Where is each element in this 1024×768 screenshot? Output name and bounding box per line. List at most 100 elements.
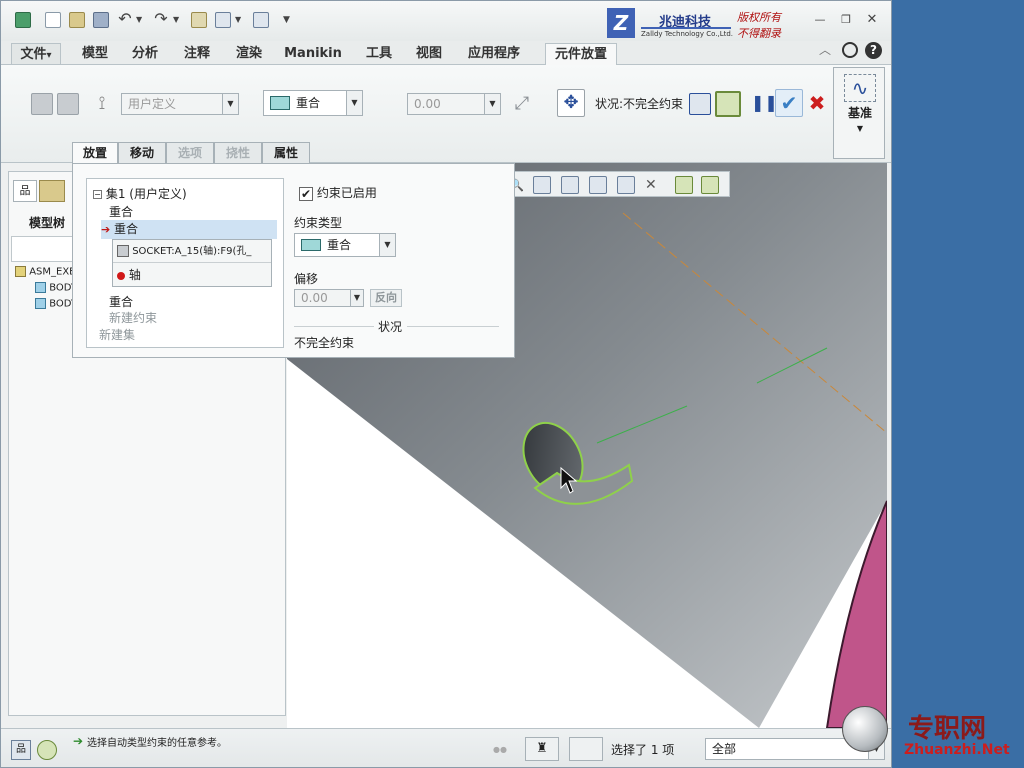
new-constraint-item[interactable]: 新建约束 (109, 309, 157, 326)
placement-panel: − 集1 (用户定义) 重合 ➔ 重合 SOCKET:A_15(轴):F9(孔_… (72, 163, 515, 358)
flip-icon[interactable]: ⤢ (511, 93, 533, 115)
tab-component-placement[interactable]: 元件放置 (545, 43, 617, 66)
soccer-ball-logo (842, 706, 888, 752)
datum-wave-icon: ∿ (844, 74, 876, 102)
offset-label: 偏移 (294, 272, 319, 286)
tree-item[interactable]: BODY (35, 282, 77, 294)
logo-rights: 版权所有 不得翻录 (737, 11, 781, 40)
windows-icon[interactable] (215, 12, 231, 28)
tab-render[interactable]: 渲染 (227, 43, 271, 65)
status-divider (407, 326, 499, 327)
separate-window-icon[interactable] (689, 93, 711, 115)
tree-item[interactable]: BODY (35, 298, 77, 310)
set-item[interactable]: − 集1 (用户定义) (93, 185, 187, 202)
customize-toolbar-icon[interactable]: ▼ (283, 12, 293, 28)
tab-applications[interactable]: 应用程序 (461, 43, 527, 65)
constraint-type-select[interactable]: 重合 ▼ (294, 233, 396, 257)
watermark: 专职网 Zhuanzhi.Net (842, 702, 1024, 768)
tab-analysis[interactable]: 分析 (123, 43, 167, 65)
folder-browser-tab-icon[interactable] (39, 180, 65, 202)
tab-placement[interactable]: 放置 (72, 142, 118, 164)
assembly-icon (15, 266, 26, 277)
undo-dropdown-icon[interactable]: ▼ (136, 12, 144, 28)
tab-flexibility[interactable]: 挠性 (214, 142, 262, 164)
pause-icon[interactable]: ❚❚ (751, 91, 778, 115)
tab-annotate[interactable]: 注释 (175, 43, 219, 65)
current-arrow-icon: ➔ (101, 223, 111, 236)
open-folder-icon[interactable] (69, 12, 85, 28)
maximize-icon[interactable]: ❐ (839, 13, 853, 27)
tab-file[interactable]: 文件▾ (11, 43, 61, 65)
tab-view[interactable]: 视图 (407, 43, 451, 65)
annotation-display-icon[interactable] (701, 176, 719, 194)
display-style-icon[interactable]: ✕ (645, 176, 663, 194)
move-component-icon[interactable]: ✥ (557, 89, 585, 117)
browser-toggle-icon[interactable] (37, 740, 57, 760)
windows-dropdown-icon[interactable]: ▼ (235, 12, 243, 28)
chevron-down-icon: ▼ (379, 234, 395, 256)
status-header: 状况 (378, 320, 403, 334)
close-icon[interactable]: ✕ (865, 13, 879, 27)
chevron-down-icon: ▼ (856, 124, 864, 133)
model-tree-toggle-icon[interactable]: 品 (11, 740, 31, 760)
offset-combo[interactable]: 0.00 ▼ (407, 93, 501, 115)
cancel-x-icon[interactable]: ✖ (805, 89, 829, 117)
mechanism-icon[interactable]: ⟟ (91, 93, 113, 115)
flip-button[interactable]: 反向 (370, 289, 402, 307)
edit-constraint-icon[interactable] (31, 93, 53, 115)
redo-dropdown-icon[interactable]: ▼ (173, 12, 181, 28)
find-icon[interactable]: ♜ (525, 737, 559, 761)
regenerate-icon[interactable] (191, 12, 207, 28)
tab-options[interactable]: 选项 (166, 142, 214, 164)
checkbox-checked-icon: ✔ (299, 186, 313, 201)
offset-input[interactable]: 0.00 ▼ (294, 289, 364, 307)
tree-item[interactable]: ASM_EXE (15, 266, 76, 278)
new-set-item[interactable]: 新建集 (99, 326, 135, 343)
coincident-icon (270, 96, 290, 110)
constraint-type-combo[interactable]: 重合 ▼ (263, 90, 363, 116)
close-window-icon[interactable] (253, 12, 269, 28)
redo-icon[interactable]: ↷ (153, 11, 169, 28)
camera-icon[interactable] (617, 176, 635, 194)
saved-views-icon[interactable] (589, 176, 607, 194)
datum-button[interactable]: ∿ 基准 ▼ (833, 67, 885, 159)
help-icon[interactable]: ? (865, 42, 882, 59)
ok-check-icon[interactable]: ✔ (775, 89, 803, 117)
selected-count: 选择了 1 项 (611, 743, 675, 757)
part-icon (35, 282, 46, 293)
model-tree-tab-icon[interactable]: 品 (13, 180, 37, 202)
constraint-item-selected[interactable]: ➔ 重合 (101, 220, 277, 239)
progress-indicator: ●● (493, 745, 507, 754)
constraint-item[interactable]: 重合 (109, 203, 133, 220)
selection-box-icon[interactable] (569, 737, 603, 761)
tab-move[interactable]: 移动 (118, 142, 166, 164)
save-icon[interactable] (93, 12, 109, 28)
tab-model[interactable]: 模型 (73, 43, 117, 65)
view-orientation-icon[interactable] (561, 176, 579, 194)
constraint-enabled-checkbox[interactable]: ✔ 约束已启用 (299, 184, 377, 201)
undo-icon[interactable]: ↶ (117, 11, 133, 28)
tab-manikin[interactable]: Manikin (279, 43, 347, 65)
collapse-icon[interactable]: − (93, 190, 102, 199)
minimize-icon[interactable]: — (813, 13, 827, 27)
reference-box: SOCKET:A_15(轴):F9(孔_ 轴 (112, 239, 272, 287)
constraint-item[interactable]: 重合 (109, 293, 133, 310)
component-icon[interactable] (57, 93, 79, 115)
red-dot-icon (117, 271, 125, 280)
minimize-ribbon-icon[interactable]: ︿ (819, 41, 831, 58)
main-window-icon[interactable] (715, 91, 741, 117)
watermark-url: Zhuanzhi.Net (904, 742, 1010, 758)
new-file-icon[interactable] (45, 12, 61, 28)
logo-mark-icon: Z (607, 8, 635, 38)
connection-type-combo[interactable]: 用户定义 ▼ (121, 93, 239, 115)
reference-item[interactable]: SOCKET:A_15(轴):F9(孔_ (113, 240, 271, 263)
reference-item[interactable]: 轴 (113, 264, 271, 286)
search-icon[interactable] (842, 42, 858, 58)
datum-display-icon[interactable] (675, 176, 693, 194)
tab-tools[interactable]: 工具 (357, 43, 401, 65)
zoom-out-icon[interactable] (533, 176, 551, 194)
ribbon-status: 状况:不完全约束 (595, 97, 684, 111)
tab-properties[interactable]: 属性 (262, 142, 310, 164)
app-icon[interactable] (15, 12, 31, 28)
component-reference-icon (117, 245, 129, 257)
